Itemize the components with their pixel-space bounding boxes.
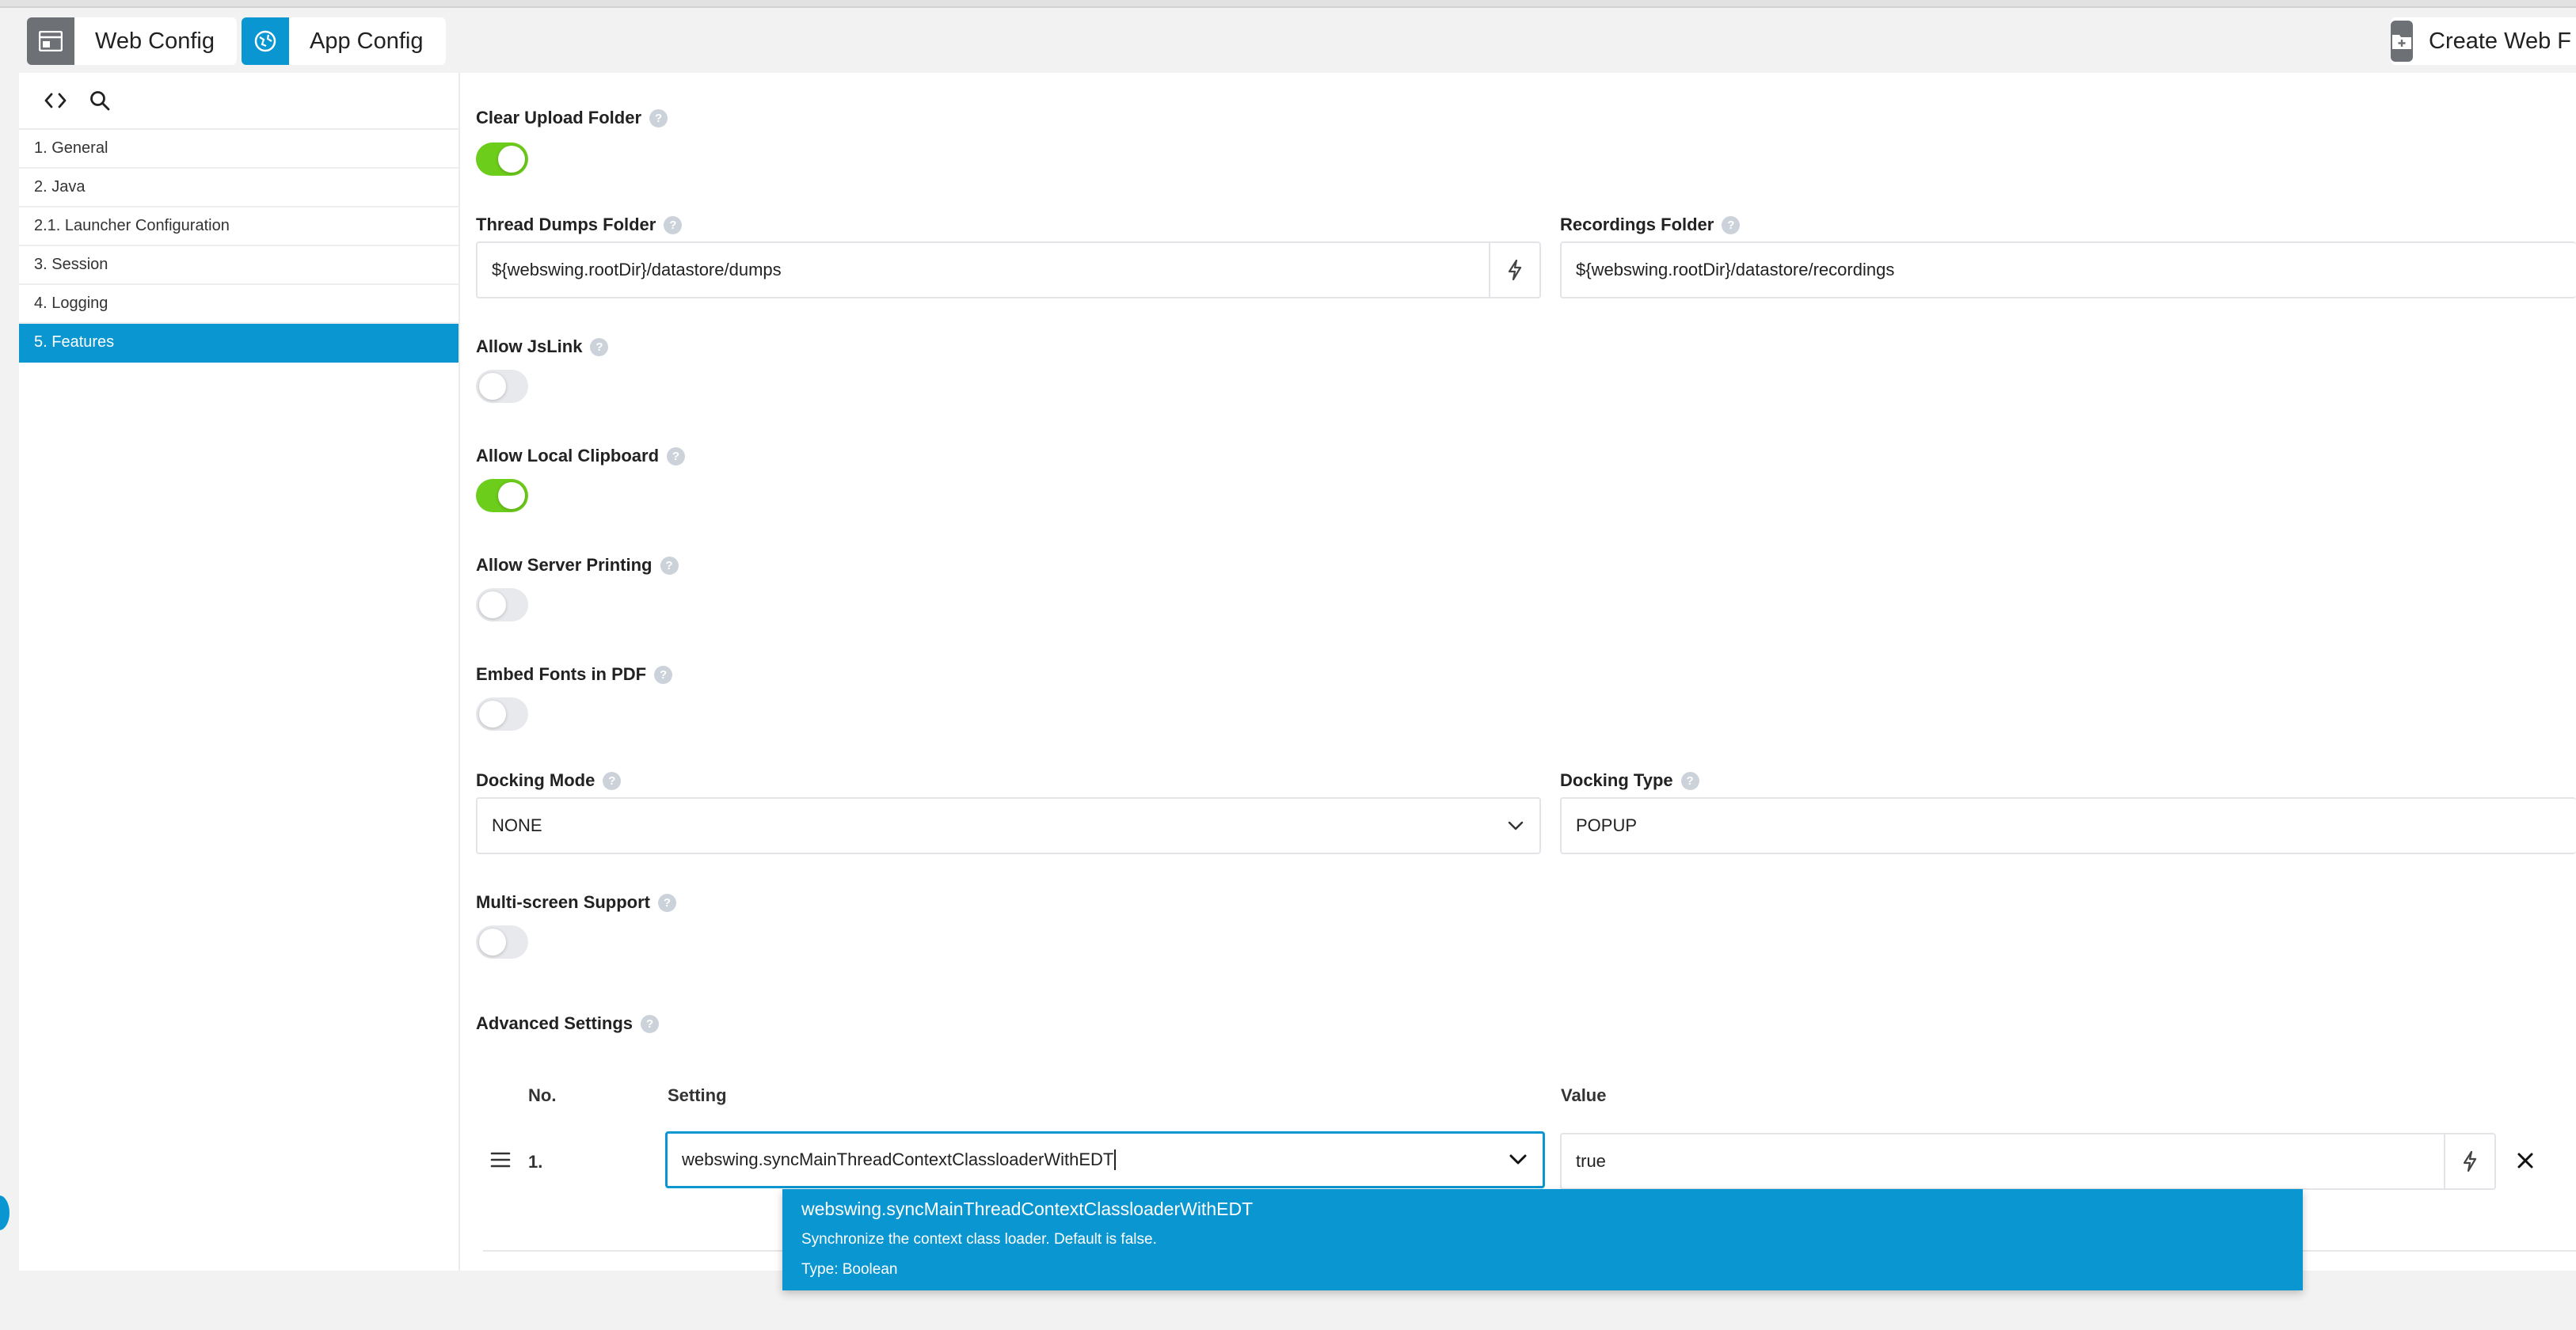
- chevron-down-icon[interactable]: [1509, 1154, 1527, 1165]
- column-header-no: No.: [528, 1085, 557, 1105]
- clear-upload-folder-label: Clear Upload Folder?: [476, 108, 668, 128]
- setting-autocomplete-dropdown[interactable]: webswing.syncMainThreadContextClassloade…: [782, 1189, 2303, 1290]
- allow-server-printing-label: Allow Server Printing?: [476, 555, 679, 576]
- search-icon[interactable]: [86, 86, 114, 115]
- variable-picker-button[interactable]: [1489, 243, 1539, 297]
- advanced-settings-text: Advanced Settings: [476, 1013, 634, 1033]
- clear-upload-folder-toggle[interactable]: [476, 142, 528, 176]
- sidebar-item-session[interactable]: 3. Session: [19, 246, 459, 285]
- docking-mode-select[interactable]: NONE: [476, 797, 1541, 854]
- suggestion-description: Synchronize the context class loader. De…: [801, 1231, 1157, 1248]
- lightning-icon: [1508, 259, 1522, 281]
- web-config-icon: [27, 17, 74, 65]
- setting-name-value: webswing.syncMainThreadContextClassloade…: [682, 1150, 1114, 1169]
- multi-screen-support-text: Multi-screen Support: [476, 892, 651, 912]
- sidebar-item-features[interactable]: 5. Features: [19, 324, 459, 363]
- allow-local-clipboard-text: Allow Local Clipboard: [476, 446, 660, 466]
- text-cursor: [1114, 1150, 1117, 1170]
- side-handle[interactable]: [0, 1195, 10, 1230]
- allow-jslink-label: Allow JsLink?: [476, 336, 609, 357]
- multi-screen-support-toggle[interactable]: [476, 925, 528, 959]
- window-top-border: [0, 0, 2576, 8]
- thread-dumps-folder-input[interactable]: ${webswing.rootDir}/datastore/dumps: [476, 241, 1541, 298]
- toggle-knob: [479, 591, 506, 618]
- docking-type-value: POPUP: [1576, 815, 1638, 835]
- setting-value-input[interactable]: true: [1560, 1133, 2496, 1190]
- help-icon[interactable]: ?: [658, 893, 677, 912]
- advanced-settings-label: Advanced Settings?: [476, 1013, 660, 1034]
- variable-picker-button[interactable]: [2444, 1134, 2494, 1188]
- remove-row-close-icon[interactable]: [2516, 1151, 2535, 1170]
- help-icon[interactable]: ?: [590, 337, 609, 356]
- suggestion-type: Type: Boolean: [801, 1261, 898, 1278]
- docking-type-text: Docking Type: [1560, 770, 1673, 790]
- app-config-tab[interactable]: App Config: [242, 17, 446, 65]
- toggle-knob: [498, 482, 525, 509]
- allow-jslink-text: Allow JsLink: [476, 336, 583, 356]
- docking-type-label: Docking Type?: [1560, 770, 1699, 791]
- allow-server-printing-text: Allow Server Printing: [476, 555, 653, 575]
- docking-mode-text: Docking Mode: [476, 770, 595, 790]
- folder-plus-icon: [2391, 21, 2413, 62]
- clear-upload-folder-text: Clear Upload Folder: [476, 108, 642, 127]
- sidebar-item-general[interactable]: 1. General: [19, 130, 459, 169]
- code-view-icon[interactable]: [41, 86, 70, 115]
- column-header-value: Value: [1561, 1085, 1607, 1105]
- help-icon[interactable]: ?: [667, 446, 686, 466]
- recordings-folder-label: Recordings Folder?: [1560, 215, 1741, 235]
- help-icon[interactable]: ?: [664, 215, 683, 234]
- recordings-folder-input[interactable]: ${webswing.rootDir}/datastore/recordings: [1560, 241, 2576, 298]
- setting-name-combobox[interactable]: webswing.syncMainThreadContextClassloade…: [665, 1131, 1545, 1188]
- toggle-knob: [479, 929, 506, 956]
- app-config-label: App Config: [310, 28, 424, 54]
- create-web-label: Create Web F: [2429, 28, 2571, 54]
- sidebar: 1. General 2. Java 2.1. Launcher Configu…: [19, 73, 459, 1271]
- help-icon[interactable]: ?: [654, 665, 673, 684]
- embed-fonts-in-pdf-label: Embed Fonts in PDF?: [476, 664, 673, 685]
- docking-mode-value: NONE: [492, 815, 542, 835]
- allow-server-printing-toggle[interactable]: [476, 588, 528, 621]
- row-number: 1.: [528, 1152, 543, 1172]
- create-web-folder-button[interactable]: Create Web F: [2391, 17, 2576, 65]
- help-icon[interactable]: ?: [649, 108, 668, 127]
- thread-dumps-folder-text: Thread Dumps Folder: [476, 215, 656, 234]
- allow-local-clipboard-label: Allow Local Clipboard?: [476, 446, 686, 466]
- docking-mode-label: Docking Mode?: [476, 770, 622, 791]
- embed-fonts-in-pdf-toggle[interactable]: [476, 697, 528, 731]
- toggle-knob: [479, 701, 506, 728]
- sidebar-toolbar: [19, 73, 459, 130]
- help-icon[interactable]: ?: [603, 771, 622, 790]
- docking-type-select[interactable]: POPUP: [1560, 797, 2576, 854]
- help-icon[interactable]: ?: [660, 556, 679, 575]
- allow-jslink-toggle[interactable]: [476, 370, 528, 403]
- sidebar-item-launcher-configuration[interactable]: 2.1. Launcher Configuration: [19, 207, 459, 246]
- thread-dumps-folder-value: ${webswing.rootDir}/datastore/dumps: [492, 260, 782, 279]
- recordings-folder-value: ${webswing.rootDir}/datastore/recordings: [1576, 260, 1895, 279]
- sidebar-item-logging[interactable]: 4. Logging: [19, 285, 459, 324]
- setting-value-text: true: [1576, 1151, 1606, 1171]
- multi-screen-support-label: Multi-screen Support?: [476, 892, 677, 913]
- suggestion-name: webswing.syncMainThreadContextClassloade…: [801, 1199, 1254, 1219]
- column-header-setting: Setting: [668, 1085, 727, 1105]
- lightning-icon: [2463, 1150, 2477, 1172]
- recordings-folder-text: Recordings Folder: [1560, 215, 1714, 234]
- help-icon[interactable]: ?: [1680, 771, 1699, 790]
- sidebar-item-java[interactable]: 2. Java: [19, 169, 459, 207]
- help-icon[interactable]: ?: [1722, 215, 1741, 234]
- chevron-down-icon: [1508, 821, 1524, 830]
- toggle-knob: [498, 146, 525, 173]
- embed-fonts-in-pdf-text: Embed Fonts in PDF: [476, 664, 647, 684]
- toggle-knob: [479, 373, 506, 400]
- allow-local-clipboard-toggle[interactable]: [476, 479, 528, 512]
- help-icon[interactable]: ?: [641, 1014, 660, 1033]
- web-config-label: Web Config: [95, 28, 215, 54]
- app-config-icon: [242, 17, 289, 65]
- web-config-tab[interactable]: Web Config: [27, 17, 237, 65]
- thread-dumps-folder-label: Thread Dumps Folder?: [476, 215, 683, 235]
- drag-handle-icon[interactable]: [489, 1150, 512, 1169]
